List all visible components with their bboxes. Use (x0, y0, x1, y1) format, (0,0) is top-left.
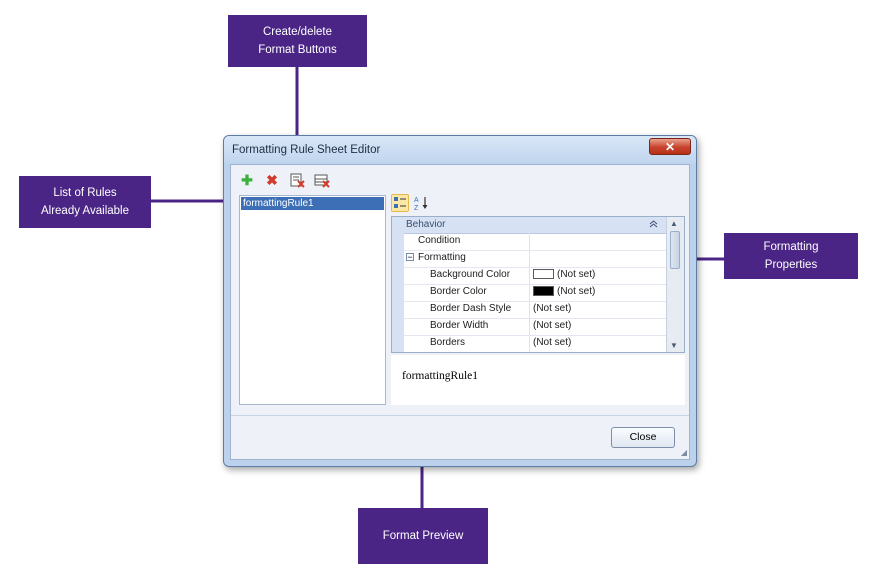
property-name: Border Dash Style (430, 303, 512, 314)
plus-icon: ✚ (241, 172, 253, 188)
delete-rule-button[interactable]: ✖ (264, 172, 280, 188)
callout-format-preview: Format Preview (358, 508, 488, 564)
callout-create-delete-line1: Create/delete (262, 26, 333, 38)
collapse-minus-icon[interactable]: − (406, 253, 414, 262)
row-gutter (392, 267, 404, 284)
row-gutter (392, 250, 404, 267)
close-button[interactable]: Close (611, 427, 675, 448)
callout-list-of-rules: List of Rules Already Available (19, 176, 151, 228)
category-label: Behavior (406, 219, 446, 230)
row-separator (529, 267, 530, 284)
color-swatch (533, 286, 554, 297)
row-gutter (392, 284, 404, 301)
property-value[interactable]: (Not set) (533, 337, 571, 348)
row-gutter (392, 335, 404, 352)
list-item[interactable]: formattingRule1 (241, 197, 384, 210)
row-gutter (392, 301, 404, 318)
callout-formatting-properties-line2: Properties (764, 259, 818, 271)
color-swatch (533, 269, 554, 280)
categorized-view-button[interactable] (391, 194, 409, 212)
dialog-client-area: ✚ ✖ formattingRule1 A Z Behavior Conditi… (230, 164, 690, 460)
bottom-divider (231, 415, 689, 416)
clear-formats-icon (314, 174, 330, 188)
scroll-thumb[interactable] (670, 231, 680, 269)
clear-formats-button[interactable] (314, 172, 330, 188)
row-separator (529, 318, 530, 335)
category-behavior[interactable]: Behavior (392, 217, 666, 234)
categorized-icon (394, 197, 406, 208)
row-gutter (392, 318, 404, 335)
add-rule-button[interactable]: ✚ (239, 172, 255, 188)
property-name: Border Width (430, 320, 489, 331)
callout-list-of-rules-line1: List of Rules (53, 187, 117, 199)
property-value-wrap[interactable]: (Not set) (533, 269, 595, 280)
window-title: Formatting Rule Sheet Editor (232, 144, 381, 156)
property-grid[interactable]: Behavior Condition − Formatting Backgrou… (391, 216, 685, 353)
delete-format-button[interactable] (289, 172, 305, 188)
callout-formatting-properties-line1: Formatting (763, 241, 819, 253)
delete-icon: ✖ (266, 172, 278, 188)
scroll-down-arrow-icon[interactable]: ▼ (670, 341, 678, 350)
callout-create-delete-line2: Format Buttons (258, 44, 337, 56)
row-separator (529, 284, 530, 301)
callout-formatting-properties: Formatting Properties (724, 233, 858, 279)
collapse-icon[interactable] (649, 219, 658, 229)
property-value[interactable]: (Not set) (533, 320, 571, 331)
property-value: (Not set) (557, 269, 596, 280)
property-row-borders[interactable]: Borders (Not set) (392, 335, 666, 352)
delete-format-icon (290, 173, 305, 188)
row-separator (529, 335, 530, 352)
property-row-border-color[interactable]: Border Color (Not set) (392, 284, 666, 302)
property-value-wrap[interactable]: (Not set) (533, 286, 595, 297)
preview-text: formattingRule1 (402, 370, 479, 382)
close-icon: ✕ (664, 140, 676, 154)
property-row-border-width[interactable]: Border Width (Not set) (392, 318, 666, 336)
row-gutter (392, 233, 404, 250)
property-name: Formatting (418, 252, 466, 263)
svg-text:Z: Z (414, 205, 419, 211)
title-bar[interactable]: Formatting Rule Sheet Editor ✕ (224, 136, 696, 164)
window-close-button[interactable]: ✕ (649, 138, 691, 155)
row-separator (529, 250, 530, 267)
property-name: Background Color (430, 269, 511, 280)
scroll-up-arrow-icon[interactable]: ▲ (670, 219, 678, 228)
row-separator (529, 301, 530, 318)
property-grid-scrollbar[interactable]: ▲ ▼ (666, 217, 684, 352)
property-row-formatting[interactable]: − Formatting (392, 250, 666, 268)
sort-az-icon: A Z (414, 197, 428, 212)
resize-grip-icon[interactable]: ◢ (681, 448, 687, 457)
property-row-background-color[interactable]: Background Color (Not set) (392, 267, 666, 285)
formatting-rule-sheet-editor-window: Formatting Rule Sheet Editor ✕ ✚ ✖ forma… (223, 135, 697, 467)
property-value: (Not set) (557, 286, 596, 297)
property-name: Condition (418, 235, 461, 246)
svg-text:A: A (414, 197, 419, 204)
format-preview-panel: formattingRule1 (391, 355, 685, 405)
row-separator (529, 233, 530, 250)
property-name: Borders (430, 337, 466, 348)
callout-create-delete: Create/delete Format Buttons (228, 15, 367, 67)
callout-list-of-rules-line2: Already Available (40, 205, 129, 217)
property-row-border-dash-style[interactable]: Border Dash Style (Not set) (392, 301, 666, 319)
rules-list[interactable]: formattingRule1 (239, 195, 386, 405)
alphabetical-view-button[interactable]: A Z (412, 194, 430, 212)
property-value[interactable]: (Not set) (533, 303, 571, 314)
property-row-condition[interactable]: Condition (392, 233, 666, 251)
callout-format-preview-line1: Format Preview (382, 530, 464, 542)
property-name: Border Color (430, 286, 487, 297)
